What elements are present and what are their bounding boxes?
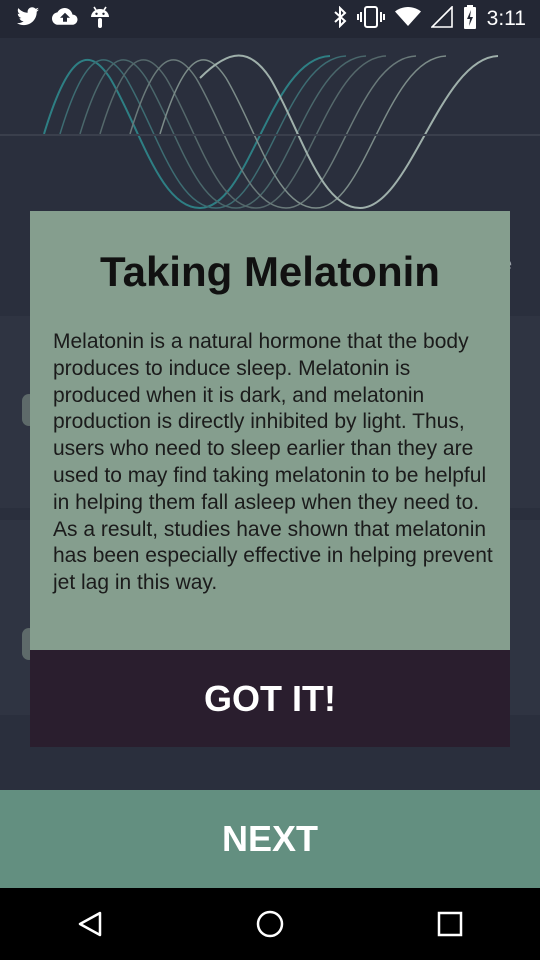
recents-icon[interactable]: [420, 894, 480, 954]
twitter-icon: [16, 6, 40, 32]
dialog-title: Taking Melatonin: [100, 248, 440, 295]
back-icon[interactable]: [60, 894, 120, 954]
next-button[interactable]: NEXT: [0, 790, 540, 888]
vibrate-icon: [356, 5, 385, 33]
bluetooth-icon: [333, 5, 347, 33]
got-it-button[interactable]: GOT IT!: [30, 650, 510, 747]
dialog-body: Melatonin is a natural hormone that the …: [53, 330, 493, 595]
sine-wave-graphic: [43, 54, 499, 210]
background-divider: [0, 134, 540, 136]
home-icon[interactable]: [240, 894, 300, 954]
status-bar: 3:11: [0, 0, 540, 38]
no-signal-icon: [429, 4, 453, 33]
battery-charging-icon: [463, 4, 477, 34]
status-bar-right: 3:11: [333, 4, 540, 34]
cloud-upload-icon: [52, 7, 78, 32]
wifi-icon: [394, 6, 421, 32]
clock-time: 3:11: [486, 7, 526, 30]
navigation-bar: [0, 888, 540, 960]
android-icon: [90, 5, 110, 34]
status-bar-left: [0, 5, 110, 34]
